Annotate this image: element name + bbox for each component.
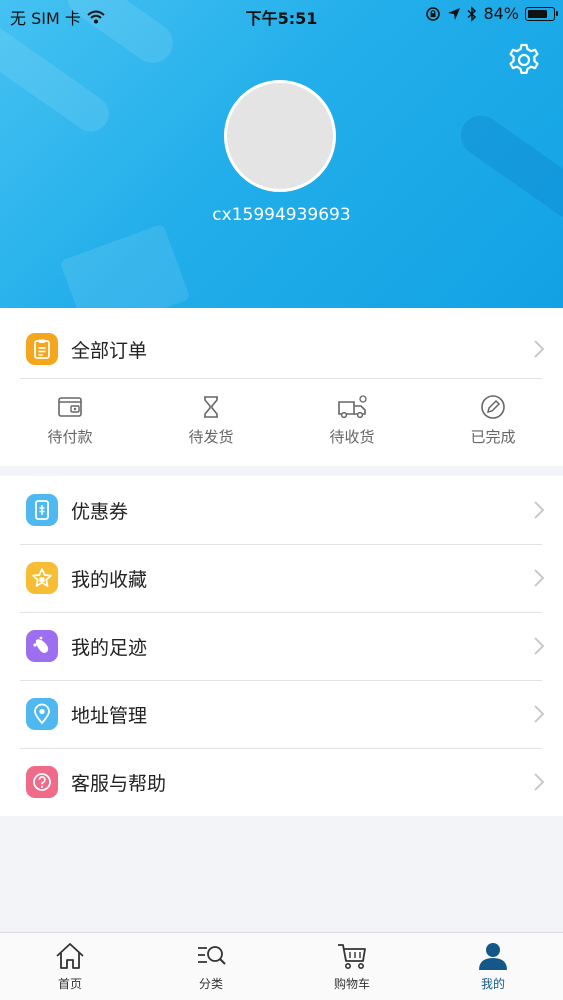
order-status-label: 待发货 [188, 428, 234, 446]
all-orders-label: 全部订单 [71, 339, 148, 362]
menu-item-help[interactable]: 客服与帮助 [0, 748, 563, 816]
menu-item-address[interactable]: 地址管理 [0, 680, 563, 748]
orientation-lock-icon [426, 6, 441, 21]
header-decoration [0, 17, 116, 139]
tab-label: 分类 [198, 977, 223, 991]
menu-icon-box [26, 630, 58, 662]
order-status-pending-payment[interactable]: 待付款 [20, 394, 120, 447]
order-status-completed[interactable]: 已完成 [443, 394, 543, 447]
menu-item-label: 优惠券 [71, 500, 129, 523]
battery-level [528, 9, 547, 18]
tab-profile[interactable]: 我的 [443, 941, 543, 992]
all-orders-row[interactable]: 全部订单 [0, 315, 563, 383]
coupon-icon [35, 500, 49, 520]
menu-item-label: 我的收藏 [71, 568, 148, 591]
menu-icon-box [26, 562, 58, 594]
menu-item-label: 地址管理 [71, 704, 148, 727]
settings-button[interactable] [506, 42, 542, 78]
tab-bar: 首页 分类 购物车 我的 [0, 932, 563, 1000]
bluetooth-icon [467, 5, 477, 22]
hourglass-icon [204, 396, 218, 418]
tab-cart[interactable]: 购物车 [302, 941, 402, 992]
orders-icon-box [26, 333, 58, 365]
footprint-icon [33, 636, 49, 653]
help-icon [33, 773, 51, 791]
tab-category[interactable]: 分类 [161, 941, 261, 992]
menu-item-favorites[interactable]: 我的收藏 [0, 544, 563, 612]
chevron-right-icon [534, 705, 545, 723]
menu-item-label: 客服与帮助 [71, 772, 167, 795]
tab-label: 我的 [480, 977, 505, 991]
favorite-star-icon [32, 568, 52, 587]
home-icon [56, 943, 84, 969]
menu-icon-box [26, 698, 58, 730]
battery-icon [525, 6, 558, 21]
done-pen-icon [481, 395, 505, 419]
menu-icon-box [26, 766, 58, 798]
tab-label: 首页 [57, 977, 82, 991]
chevron-right-icon [534, 637, 545, 655]
profile-icon [479, 943, 507, 970]
chevron-right-icon [534, 569, 545, 587]
orders-card: 全部订单 待付款 待发货 待收货 已完成 [0, 308, 563, 466]
menu-item-label: 我的足迹 [71, 636, 148, 659]
chevron-right-icon [534, 773, 545, 791]
order-status-label: 已完成 [470, 428, 516, 446]
cart-icon [338, 944, 366, 969]
order-status-label: 待收货 [329, 428, 375, 446]
wallet-icon [58, 397, 82, 417]
menu-icon-box [26, 494, 58, 526]
chevron-right-icon [534, 501, 545, 519]
location-pin-icon [34, 703, 50, 725]
order-status-to-receive[interactable]: 待收货 [302, 394, 402, 447]
username: cx15994939693 [212, 205, 351, 225]
battery-percent: 84% [483, 4, 519, 23]
category-search-icon [198, 946, 226, 965]
clipboard-icon [34, 339, 50, 359]
header-decoration [59, 223, 191, 308]
profile-header: 无 SIM 卡 下午5:51 84% cx15994939693 [0, 0, 563, 308]
tab-label: 购物车 [333, 977, 370, 991]
order-status-label: 待付款 [47, 428, 93, 446]
status-bar: 无 SIM 卡 下午5:51 84% [0, 0, 563, 30]
order-status-to-ship[interactable]: 待发货 [161, 394, 261, 447]
menu-item-footprints[interactable]: 我的足迹 [0, 612, 563, 680]
gear-icon [509, 43, 539, 74]
truck-icon [338, 395, 367, 419]
tab-home[interactable]: 首页 [20, 941, 120, 992]
menu-item-coupons[interactable]: 优惠券 [0, 476, 563, 544]
menu-card: 优惠券 我的收藏 我的足迹 地址管理 客服与帮助 [0, 476, 563, 816]
location-arrow-icon [448, 7, 461, 20]
divider [20, 378, 542, 379]
avatar[interactable] [224, 80, 336, 192]
chevron-right-icon [534, 340, 545, 358]
